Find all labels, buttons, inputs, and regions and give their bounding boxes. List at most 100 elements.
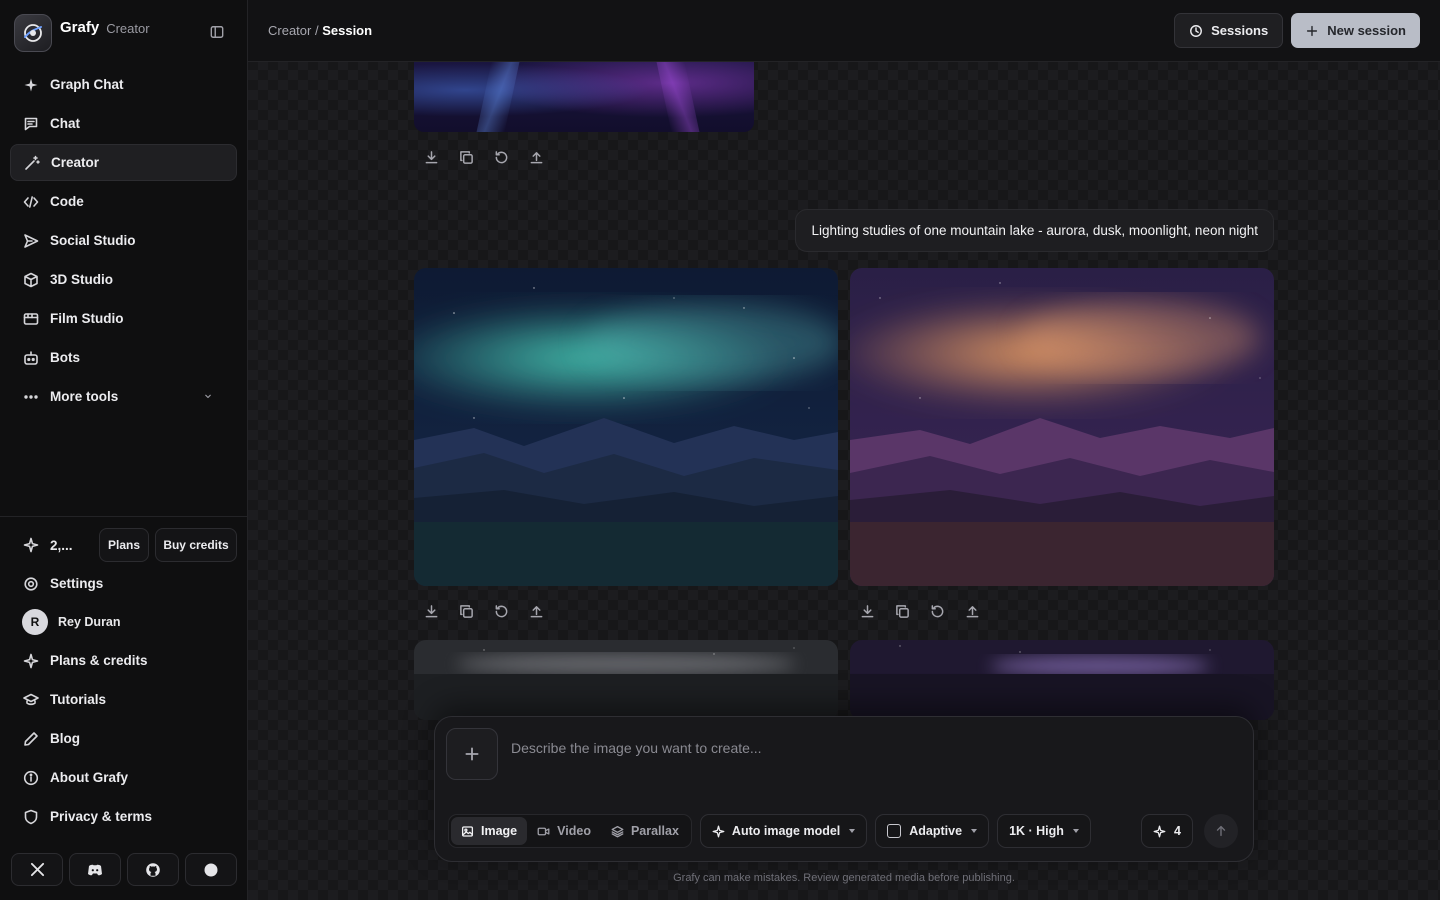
mode-parallax[interactable]: Parallax (601, 817, 689, 845)
social-links (11, 853, 237, 886)
discord-button[interactable] (69, 853, 121, 886)
new-session-label: New session (1327, 23, 1406, 38)
github-button[interactable] (127, 853, 179, 886)
top-bar: Creator / Session Sessions New session (248, 0, 1440, 62)
share-icon[interactable] (529, 604, 544, 619)
disclaimer: Grafy can make mistakes. Review generate… (673, 872, 1015, 884)
nav-item-plans-credits[interactable]: Plans & credits (10, 642, 237, 679)
caret-down-icon (1072, 829, 1079, 833)
quality-dropdown[interactable]: 1K · High (997, 814, 1091, 848)
caret-down-icon (849, 829, 856, 833)
image-count-button[interactable]: 4 (1141, 814, 1193, 848)
nav-item-chat[interactable]: Chat (10, 105, 237, 142)
nav-item-label: Privacy & terms (50, 809, 153, 824)
download-icon[interactable] (424, 604, 439, 619)
discord-icon (88, 864, 102, 875)
model-dropdown[interactable]: Auto image model (699, 814, 868, 848)
plus-icon (465, 747, 479, 761)
user-profile[interactable]: R Rey Duran (10, 604, 237, 640)
main-nav: Graph Chat Chat Creator Code Social Stud… (10, 66, 237, 417)
mode-switcher: Image Video Parallax (448, 814, 692, 848)
mode-label: Parallax (630, 824, 679, 838)
credits-balance: 2,... (50, 537, 73, 553)
copy-icon[interactable] (459, 150, 474, 165)
image-actions (424, 150, 544, 165)
mode-image[interactable]: Image (451, 817, 528, 845)
film-icon (23, 312, 39, 325)
sparkle-icon (1153, 825, 1166, 837)
nav-item-label: Film Studio (50, 311, 124, 326)
github-icon (146, 862, 160, 877)
nav-item-settings[interactable]: Settings (10, 565, 237, 602)
breadcrumb-current: Session (322, 23, 373, 38)
grafy-logo-icon (14, 14, 52, 52)
send-button[interactable] (1204, 814, 1238, 848)
download-icon[interactable] (424, 150, 439, 165)
copy-icon[interactable] (895, 604, 910, 619)
nav-item-label: About Grafy (50, 770, 129, 785)
model-label: Auto image model (731, 824, 841, 838)
code-icon (23, 195, 39, 208)
plans-button[interactable]: Plans (99, 528, 149, 562)
history-icon (1190, 24, 1203, 37)
top-actions: Sessions New session (1174, 13, 1420, 48)
nav-item-privacy[interactable]: Privacy & terms (10, 798, 237, 835)
copy-icon[interactable] (459, 604, 474, 619)
nav-item-graph-chat[interactable]: Graph Chat (10, 66, 237, 103)
generated-image-moonlight[interactable] (414, 640, 838, 720)
nav-item-label: 3D Studio (50, 272, 113, 287)
nav-item-social-studio[interactable]: Social Studio (10, 222, 237, 259)
gear-icon (24, 576, 38, 591)
nav-item-film-studio[interactable]: Film Studio (10, 300, 237, 337)
sessions-button[interactable]: Sessions (1174, 13, 1284, 48)
nav-item-label: Chat (50, 116, 80, 131)
aspect-dropdown[interactable]: Adaptive (875, 814, 990, 848)
brand[interactable]: Grafy Creator (14, 14, 150, 52)
new-session-button[interactable]: New session (1291, 13, 1420, 48)
user-prompt-bubble: Lighting studies of one mountain lake - … (795, 209, 1274, 252)
generated-image-dusk[interactable] (850, 268, 1274, 586)
composer-controls: Image Video Parallax Auto image model Ad… (448, 814, 1091, 848)
circle-icon (204, 863, 218, 876)
shield-icon (24, 809, 38, 824)
attach-button[interactable] (446, 728, 498, 780)
mode-label: Video (557, 824, 591, 838)
nav-item-label: Settings (50, 576, 104, 591)
previous-image-thumbnail[interactable] (414, 62, 754, 132)
nav-item-creator[interactable]: Creator (10, 144, 237, 181)
x-button[interactable] (11, 853, 63, 886)
chevron-down-icon (205, 394, 211, 399)
download-icon[interactable] (860, 604, 875, 619)
chat-icon (24, 117, 38, 130)
nav-item-more-tools[interactable]: More tools (10, 378, 237, 415)
prompt-input[interactable] (511, 737, 1231, 759)
nav-item-about[interactable]: About Grafy (10, 759, 237, 796)
generated-image-aurora[interactable] (414, 268, 838, 586)
nav-item-tutorials[interactable]: Tutorials (10, 681, 237, 718)
nav-item-code[interactable]: Code (10, 183, 237, 220)
regenerate-icon[interactable] (494, 604, 509, 619)
aspect-square-icon (887, 824, 902, 838)
nav-item-label: Code (50, 194, 84, 209)
info-icon (23, 770, 39, 785)
share-icon[interactable] (965, 604, 980, 619)
nav-item-blog[interactable]: Blog (10, 720, 237, 757)
nav-item-3d-studio[interactable]: 3D Studio (10, 261, 237, 298)
breadcrumb-parent[interactable]: Creator / (268, 23, 319, 38)
regenerate-icon[interactable] (494, 150, 509, 165)
cube-icon (24, 272, 38, 287)
community-button[interactable] (185, 853, 237, 886)
nav-item-bots[interactable]: Bots (10, 339, 237, 376)
prompt-composer: Image Video Parallax Auto image model Ad… (434, 716, 1254, 862)
regenerate-icon[interactable] (930, 604, 945, 619)
sparkle-icon (23, 653, 39, 668)
mode-video[interactable]: Video (527, 817, 601, 845)
share-icon[interactable] (529, 150, 544, 165)
nav-item-label: More tools (50, 389, 119, 404)
sidebar-toggle-icon[interactable] (210, 25, 224, 39)
generated-image-neon-night[interactable] (850, 640, 1274, 720)
layers-icon (611, 825, 624, 837)
main-area: Lighting studies of one mountain lake - … (248, 0, 1440, 900)
buy-credits-button[interactable]: Buy credits (155, 528, 237, 562)
bot-icon (24, 350, 38, 365)
